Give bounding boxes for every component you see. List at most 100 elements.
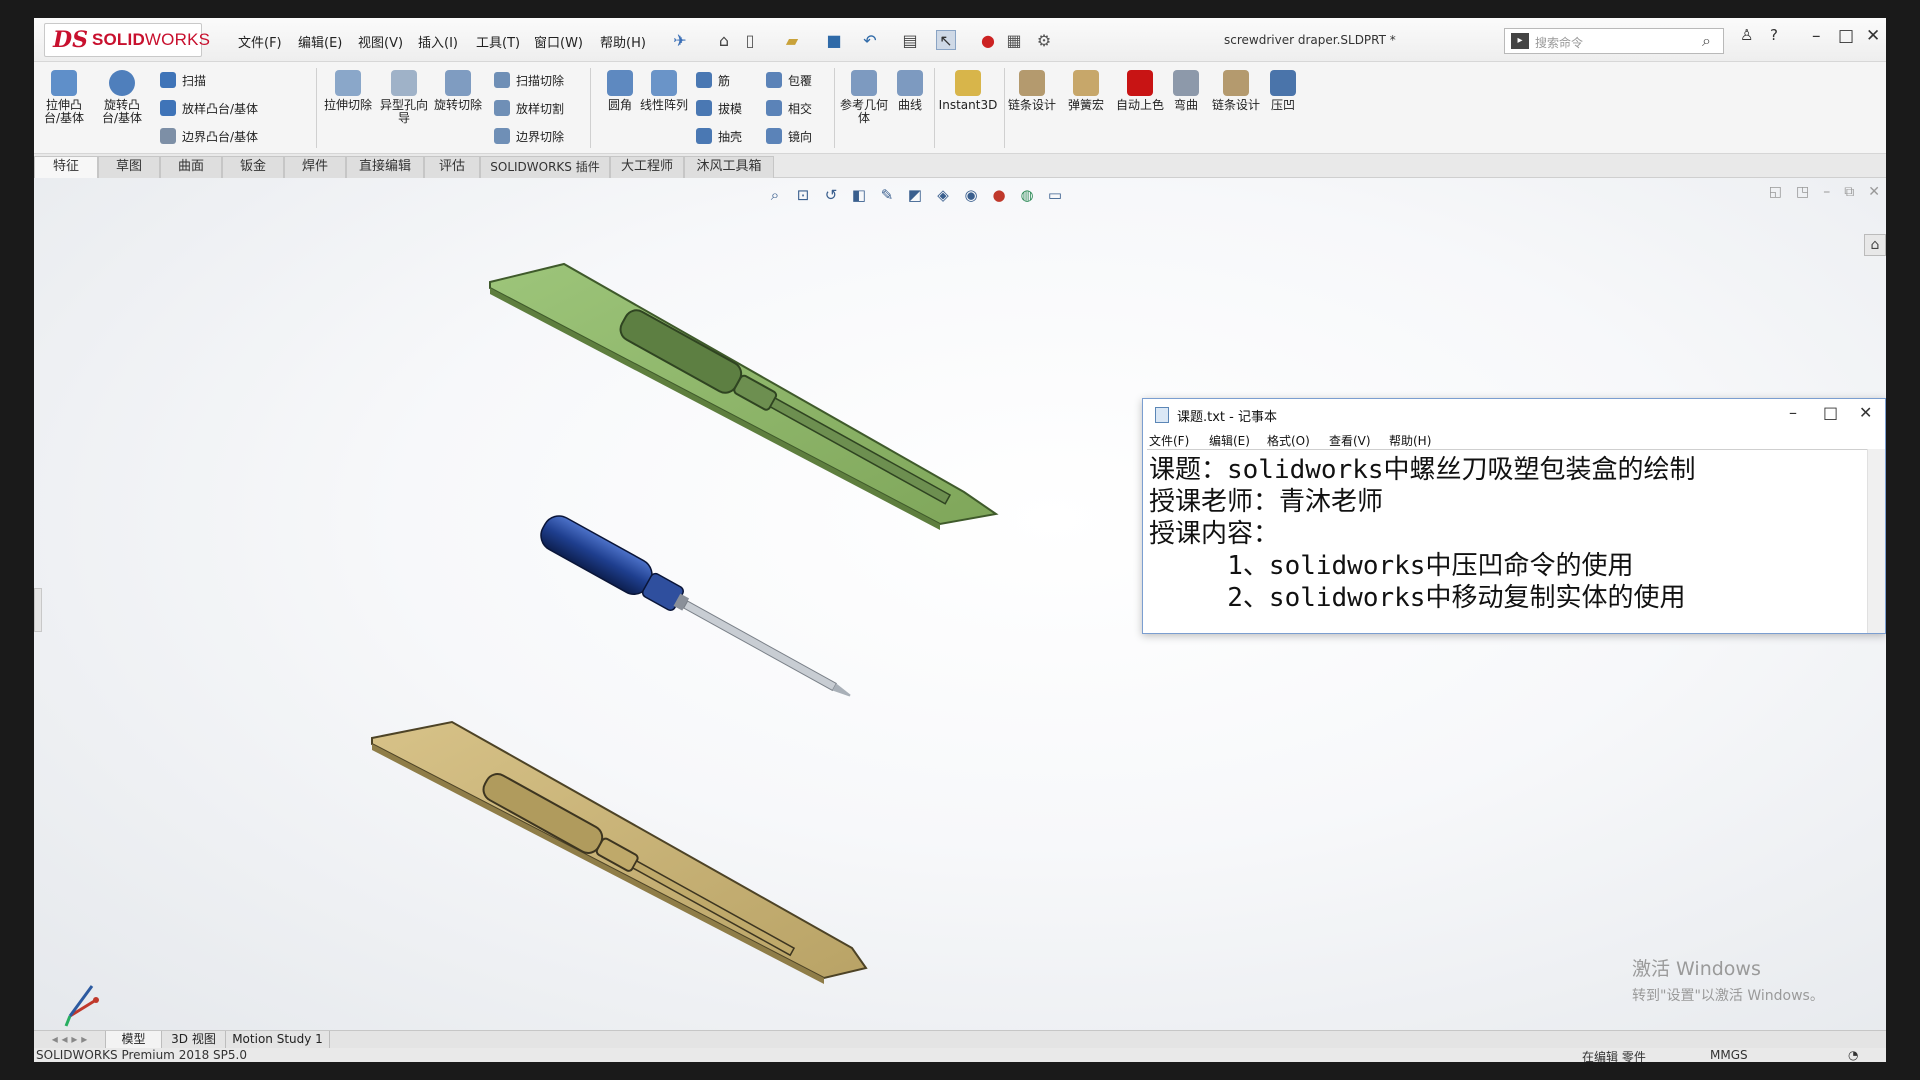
boundary-cut-button[interactable]: 边界切除 bbox=[494, 124, 564, 148]
save-icon[interactable]: ■ bbox=[824, 30, 844, 50]
close-icon[interactable]: ✕ bbox=[1866, 26, 1880, 46]
notepad-menu-help[interactable]: 帮助(H) bbox=[1389, 432, 1431, 449]
select-cursor-icon[interactable]: ↖ bbox=[936, 30, 956, 50]
search-scope-icon[interactable]: ▸ bbox=[1511, 33, 1529, 49]
options-gear-icon[interactable]: ⚙ bbox=[1034, 30, 1054, 50]
search-placeholder: 搜索命令 bbox=[1535, 36, 1584, 50]
help-icon[interactable]: ? bbox=[1770, 26, 1778, 44]
chain-design-2-button[interactable]: 链条设计 bbox=[1210, 70, 1262, 112]
rebuild-icon[interactable]: ● bbox=[978, 30, 998, 50]
tab-3d-view[interactable]: 3D 视图 bbox=[162, 1031, 226, 1049]
notepad-menu-file[interactable]: 文件(F) bbox=[1149, 432, 1189, 449]
file-properties-icon[interactable]: ▦ bbox=[1004, 30, 1024, 50]
loft-boss-button[interactable]: 放样凸台/基体 bbox=[160, 96, 258, 120]
menu-file[interactable]: 文件(F) bbox=[238, 32, 282, 51]
notepad-scrollbar[interactable] bbox=[1867, 449, 1885, 633]
bottom-tab-bar: ◂ ◂ ▸ ▸ 模型 3D 视图 Motion Study 1 bbox=[34, 1030, 1886, 1049]
maximize-icon[interactable]: □ bbox=[1838, 26, 1854, 46]
reference-geometry-button[interactable]: 参考几何体 bbox=[838, 70, 890, 125]
solidworks-logo[interactable]: DS SOLIDWORKS bbox=[44, 23, 210, 57]
tab-direct-editing[interactable]: 直接编辑 bbox=[346, 156, 424, 178]
print-icon[interactable]: ▤ bbox=[900, 30, 920, 50]
undo-icon[interactable]: ↶ bbox=[860, 30, 880, 50]
unit-system-selector[interactable]: MMGS bbox=[1710, 1048, 1748, 1062]
shell-button[interactable]: 抽壳 bbox=[696, 124, 742, 148]
home-icon[interactable]: ⌂ bbox=[714, 30, 734, 50]
tab-engineer[interactable]: 大工程师 bbox=[610, 156, 684, 178]
revolve-boss-button[interactable]: 旋转凸台/基体 bbox=[96, 70, 148, 125]
spring-macro-button[interactable]: 弹簧宏 bbox=[1060, 70, 1112, 112]
extrude-boss-button[interactable]: 拉伸凸台/基体 bbox=[38, 70, 90, 125]
auto-color-button[interactable]: 自动上色 bbox=[1114, 70, 1166, 112]
revolve-cut-button[interactable]: 旋转切除 bbox=[432, 70, 484, 112]
swept-cut-button[interactable]: 扫描切除 bbox=[494, 68, 564, 92]
reference-geometry-label: 参考几何体 bbox=[839, 98, 888, 125]
search-commands-field[interactable]: ▸ 搜索命令 ⌕ bbox=[1504, 28, 1724, 54]
menu-tools[interactable]: 工具(T) bbox=[476, 32, 520, 51]
instant3d-button[interactable]: Instant3D bbox=[936, 70, 1000, 112]
tab-weldments[interactable]: 焊件 bbox=[284, 156, 346, 178]
tab-motion-study[interactable]: Motion Study 1 bbox=[226, 1031, 330, 1049]
hole-wizard-label: 异型孔向导 bbox=[379, 98, 428, 125]
tab-sketch[interactable]: 草图 bbox=[98, 156, 160, 178]
rib-button[interactable]: 筋 bbox=[696, 68, 730, 92]
boundary-boss-button[interactable]: 边界凸台/基体 bbox=[160, 124, 258, 148]
menu-view[interactable]: 视图(V) bbox=[358, 32, 403, 51]
ribbon-separator bbox=[316, 68, 317, 148]
notepad-close-icon[interactable]: ✕ bbox=[1859, 403, 1872, 422]
new-document-icon[interactable]: ▯ bbox=[740, 30, 760, 50]
notepad-minimize-icon[interactable]: – bbox=[1789, 403, 1797, 422]
bend-button[interactable]: 弯曲 bbox=[1164, 70, 1208, 112]
tab-mufeng-toolbox[interactable]: 沐风工具箱 bbox=[684, 156, 774, 178]
open-folder-icon[interactable]: ▰ bbox=[782, 30, 802, 50]
notepad-menu-edit[interactable]: 编辑(E) bbox=[1209, 432, 1250, 449]
draft-button[interactable]: 拔模 bbox=[696, 96, 742, 120]
mirror-button[interactable]: 镜向 bbox=[766, 124, 812, 148]
tab-scroll-arrows[interactable]: ◂ ◂ ▸ ▸ bbox=[34, 1031, 106, 1049]
extrude-cut-button[interactable]: 拉伸切除 bbox=[322, 70, 374, 112]
menu-edit[interactable]: 编辑(E) bbox=[298, 32, 342, 51]
tab-solidworks-addins[interactable]: SOLIDWORKS 插件 bbox=[480, 156, 610, 178]
tab-evaluate[interactable]: 评估 bbox=[424, 156, 480, 178]
tab-surfaces[interactable]: 曲面 bbox=[160, 156, 222, 178]
intersect-button[interactable]: 相交 bbox=[766, 96, 812, 120]
pin-icon[interactable]: ✈ bbox=[670, 30, 690, 50]
notepad-title: 课题.txt - 记事本 bbox=[1177, 410, 1277, 425]
hole-wizard-button[interactable]: 异型孔向导 bbox=[378, 70, 430, 125]
menu-window[interactable]: 窗口(W) bbox=[534, 32, 583, 51]
sweep-button[interactable]: 扫描 bbox=[160, 68, 206, 92]
revolve-boss-label: 旋转凸台/基体 bbox=[101, 98, 143, 125]
tan-blister-tray[interactable] bbox=[371, 720, 868, 984]
notepad-menu-view[interactable]: 查看(V) bbox=[1329, 432, 1371, 449]
notepad-title-bar[interactable]: 课题.txt - 记事本 – □ ✕ bbox=[1143, 399, 1885, 429]
menu-insert[interactable]: 插入(I) bbox=[418, 32, 458, 51]
lofted-cut-button[interactable]: 放样切割 bbox=[494, 96, 564, 120]
user-icon[interactable]: ♙ bbox=[1740, 26, 1753, 44]
curves-button[interactable]: 曲线 bbox=[884, 70, 936, 112]
tab-features[interactable]: 特征 bbox=[34, 156, 98, 178]
search-icon[interactable]: ⌕ bbox=[1702, 31, 1711, 51]
graphics-area[interactable]: ⌕ ⊡ ↺ ◧ ✎ ◩ ◈ ◉ ● ◍ ▭ ◱ ◳ – ⧉ ✕ ⌂ 课题.txt… bbox=[34, 178, 1886, 1030]
menu-help[interactable]: 帮助(H) bbox=[600, 32, 646, 51]
tab-model[interactable]: 模型 bbox=[106, 1031, 162, 1049]
screwdriver-model[interactable] bbox=[535, 510, 859, 711]
notepad-window[interactable]: 课题.txt - 记事本 – □ ✕ 文件(F) 编辑(E) 格式(O) 查看(… bbox=[1142, 398, 1886, 634]
windows-activation-watermark: 激活 Windows 转到"设置"以激活 Windows。 bbox=[1632, 954, 1824, 1005]
notepad-maximize-icon[interactable]: □ bbox=[1823, 403, 1838, 422]
status-settings-icon[interactable]: ◔ bbox=[1848, 1048, 1858, 1062]
linear-pattern-button[interactable]: 线性阵列 bbox=[638, 70, 690, 112]
notepad-menu-format[interactable]: 格式(O) bbox=[1267, 432, 1310, 449]
instant3d-icon bbox=[955, 70, 981, 96]
command-manager-ribbon: 拉伸凸台/基体 旋转凸台/基体 扫描 放样凸台/基体 边界凸台/基体 拉伸切除 … bbox=[34, 62, 1886, 154]
indent-button[interactable]: 压凹 bbox=[1260, 70, 1306, 112]
watermark-line-2: 转到"设置"以激活 Windows。 bbox=[1632, 988, 1824, 1004]
chain-design-button[interactable]: 链条设计 bbox=[1006, 70, 1058, 112]
wrap-button[interactable]: 包覆 bbox=[766, 68, 812, 92]
tab-sheet-metal[interactable]: 钣金 bbox=[222, 156, 284, 178]
reference-triad bbox=[64, 985, 99, 1027]
ribbon-separator bbox=[1004, 68, 1005, 148]
wrap-label: 包覆 bbox=[788, 73, 813, 88]
green-blister-tray[interactable] bbox=[489, 262, 999, 530]
minimize-icon[interactable]: – bbox=[1812, 26, 1821, 46]
notepad-text-area[interactable]: 课题：solidworks中螺丝刀吸塑包装盒的绘制 授课老师：青沐老师 授课内容： … bbox=[1147, 449, 1867, 631]
